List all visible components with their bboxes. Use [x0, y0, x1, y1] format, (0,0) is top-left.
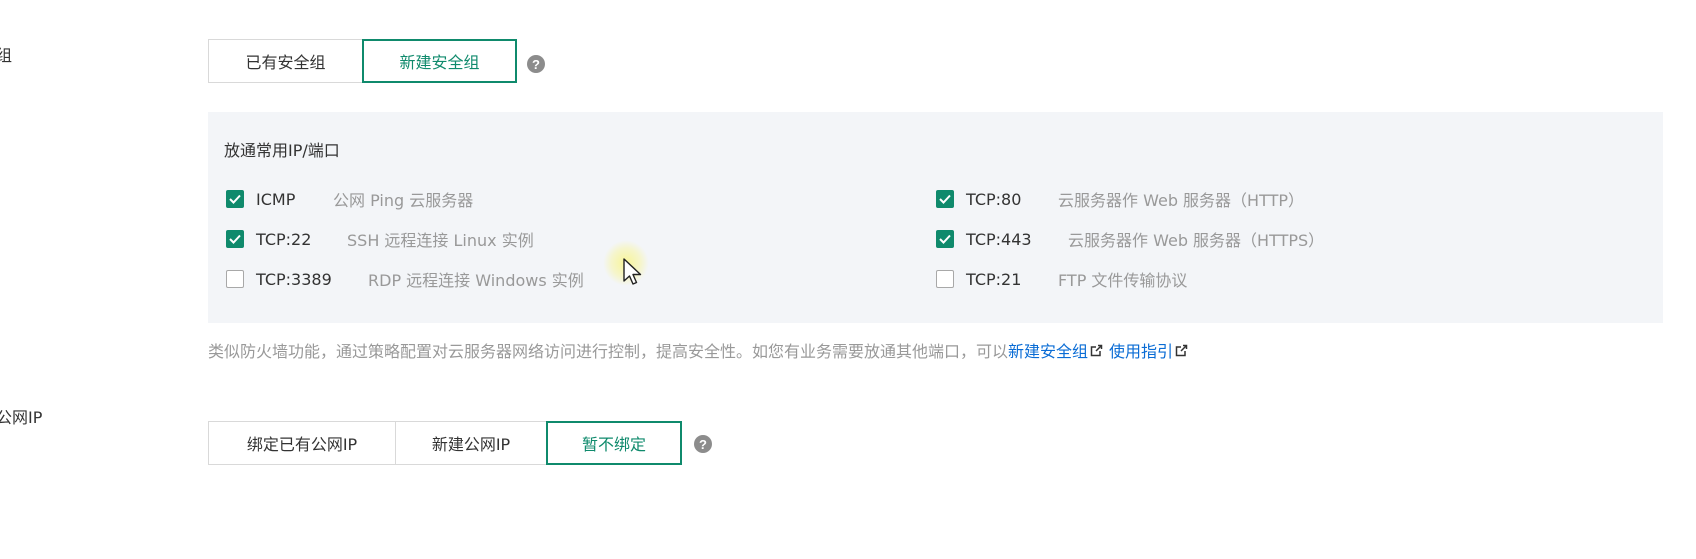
rule-port: TCP:22: [256, 229, 312, 249]
new-public-ip-option[interactable]: 新建公网IP: [395, 421, 547, 465]
rule-port: TCP:443: [966, 229, 1032, 249]
rule-tcp-22[interactable]: TCP:22 SSH 远程连接 Linux 实例: [226, 227, 534, 251]
rule-port: TCP:80: [966, 189, 1022, 209]
security-group-hint: 类似防火墙功能，通过策略配置对云服务器网络访问进行控制，提高安全性。如您有业务需…: [208, 338, 1194, 362]
public-ip-label: 公网IP: [0, 408, 43, 427]
checkbox-unchecked-icon[interactable]: [226, 270, 244, 288]
link-label: 使用指引: [1109, 342, 1174, 361]
checkbox-checked-icon[interactable]: [936, 230, 954, 248]
new-security-group-option[interactable]: 新建安全组: [362, 39, 517, 83]
security-group-label: 组: [0, 46, 13, 65]
hint-text: 类似防火墙功能，通过策略配置对云服务器网络访问进行控制，提高安全性。如您有业务需…: [208, 342, 1009, 361]
link-label: 新建安全组: [1008, 342, 1089, 361]
existing-security-group-option[interactable]: 已有安全组: [208, 39, 363, 83]
rule-desc: 云服务器作 Web 服务器（HTTPS）: [1068, 231, 1325, 250]
rule-port: TCP:3389: [256, 269, 332, 289]
rule-icmp[interactable]: ICMP 公网 Ping 云服务器: [226, 187, 473, 211]
rule-port: TCP:21: [966, 269, 1022, 289]
usage-guide-link[interactable]: 使用指引: [1109, 338, 1194, 362]
no-bind-option[interactable]: 暂不绑定: [546, 421, 682, 465]
bind-existing-ip-option[interactable]: 绑定已有公网IP: [208, 421, 396, 465]
security-group-help-icon[interactable]: ?: [527, 55, 545, 73]
rule-desc: SSH 远程连接 Linux 实例: [347, 231, 534, 250]
rule-desc: 公网 Ping 云服务器: [333, 191, 474, 210]
rule-tcp-443[interactable]: TCP:443 云服务器作 Web 服务器（HTTPS）: [936, 227, 1324, 251]
checkbox-unchecked-icon[interactable]: [936, 270, 954, 288]
rule-tcp-21[interactable]: TCP:21 FTP 文件传输协议: [936, 267, 1187, 291]
public-ip-help-icon[interactable]: ?: [694, 435, 712, 453]
rule-desc: 云服务器作 Web 服务器（HTTP）: [1058, 191, 1305, 210]
common-ports-panel: 放通常用IP/端口 ICMP 公网 Ping 云服务器 TCP:80 云服务器作…: [208, 112, 1663, 323]
rule-tcp-80[interactable]: TCP:80 云服务器作 Web 服务器（HTTP）: [936, 187, 1304, 211]
checkbox-checked-icon[interactable]: [226, 190, 244, 208]
panel-title: 放通常用IP/端口: [224, 141, 340, 160]
checkbox-checked-icon[interactable]: [936, 190, 954, 208]
security-group-selector: 已有安全组 新建安全组: [208, 39, 517, 83]
rule-desc: RDP 远程连接 Windows 实例: [368, 271, 584, 290]
checkbox-checked-icon[interactable]: [226, 230, 244, 248]
rule-tcp-3389[interactable]: TCP:3389 RDP 远程连接 Windows 实例: [226, 267, 584, 291]
new-security-group-link[interactable]: 新建安全组: [1008, 338, 1109, 362]
public-ip-selector: 绑定已有公网IP 新建公网IP 暂不绑定: [208, 421, 682, 465]
mouse-cursor-icon: [623, 258, 642, 285]
external-link-icon: [1090, 344, 1103, 356]
rule-port: ICMP: [256, 189, 296, 209]
rule-desc: FTP 文件传输协议: [1058, 271, 1188, 290]
external-link-icon: [1175, 344, 1188, 356]
